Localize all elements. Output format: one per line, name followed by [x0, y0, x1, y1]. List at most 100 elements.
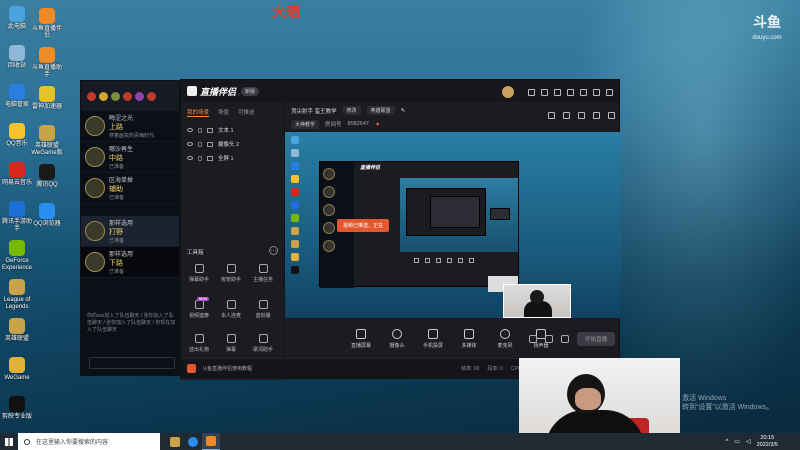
game-selector[interactable]: 英雄联盟: [366, 106, 395, 115]
desktop-icon[interactable]: 英雄联盟 WeGame版: [30, 125, 64, 157]
tool-video-link[interactable]: NEW 視頻連麥: [185, 297, 213, 319]
gift-icon[interactable]: [541, 88, 548, 96]
tool-gift[interactable]: 选出礼物: [185, 334, 213, 353]
network-icon[interactable]: ▭: [734, 438, 740, 445]
eye-icon[interactable]: [187, 156, 193, 160]
scene-sidebar: 我的场景 场景 可推送 文本 1 摄像头 2 全屏 1 工具箱 … 弹幕助手 房…: [181, 102, 285, 380]
stream-main: 顶尖射手 蛮王教学 修改 英雄联盟 ✎ 大神教学 房间号 8582647 ▲ 直…: [285, 102, 621, 380]
category-selector[interactable]: 大神教学: [291, 119, 320, 129]
menu-icon[interactable]: [567, 88, 574, 96]
room-title: 顶尖射手 蛮王教学: [291, 108, 337, 115]
tool-admin[interactable]: 房管助手: [217, 264, 245, 283]
edit-icon[interactable]: ✎: [401, 108, 406, 114]
tab-pushable[interactable]: 可推送: [238, 108, 255, 117]
desktop-icon[interactable]: 斗鱼直播伴侣: [30, 8, 64, 40]
taskbar-search[interactable]: 在这里输入你要搜索的内容: [18, 433, 160, 450]
volume-icon[interactable]: ◁: [746, 438, 751, 445]
user-avatar[interactable]: [502, 86, 514, 98]
stream-preview[interactable]: 直播伴侣 视频已推送，正在: [285, 132, 621, 318]
start-live-button[interactable]: 开始直播: [576, 332, 615, 346]
refresh-icon[interactable]: [544, 335, 553, 343]
source-controls: 直播屏幕 摄像头 手机投屏 多媒体 麦克风 扬声器 开始直播: [285, 318, 621, 360]
skin-icon[interactable]: [554, 88, 561, 96]
desktop-icon[interactable]: 网易云音乐: [0, 162, 34, 187]
player-status: 已准备: [109, 195, 125, 201]
clock[interactable]: 20:15 2022/3/5: [757, 435, 778, 449]
tool-self-link[interactable]: 本人连麦: [217, 300, 245, 319]
player-status: 穿着画妆的青晦时代: [109, 133, 155, 139]
version-badge[interactable]: 新版: [241, 86, 260, 96]
player-row[interactable]: 晦涩之光 上路 穿着画妆的青晦时代: [81, 111, 179, 142]
lyrics-icon: [258, 334, 268, 343]
add-tool-button[interactable]: …: [269, 246, 278, 255]
desktop-icon-label: 雷神加速器: [31, 104, 62, 110]
lock-icon[interactable]: [198, 127, 202, 133]
record-icon[interactable]: [528, 335, 537, 343]
team-chat-log: 你的sss加入了队伍聊天 / 张你加入了队伍聊天 / 张你加入了队伍聊天 / 你…: [87, 313, 176, 333]
desktop-icon[interactable]: 电脑管家: [0, 84, 34, 109]
settings-icon[interactable]: [578, 112, 585, 119]
desktop-icon[interactable]: 腾讯手游助手: [0, 201, 34, 233]
forward-icon[interactable]: [608, 112, 615, 119]
scene-item[interactable]: 摄像头 2: [181, 137, 284, 151]
player-row[interactable]: 哪沙再生 中路 已准备: [81, 142, 179, 173]
camera-source[interactable]: [503, 284, 571, 318]
lol-client-header: [81, 81, 179, 111]
danmu-icon: [194, 264, 204, 273]
desktop-icon[interactable]: 此电脑: [0, 6, 34, 31]
tab-my-scenes[interactable]: 我的场景: [187, 108, 210, 117]
player-row[interactable]: 那样选用 下路 已准备: [81, 247, 179, 278]
scene-label: 文本 1: [218, 128, 234, 134]
taskbar-stream-assistant[interactable]: [202, 433, 220, 450]
eye-icon[interactable]: [187, 142, 193, 146]
taskbar-lol[interactable]: [166, 433, 184, 450]
taskbar-browser[interactable]: [184, 433, 202, 450]
desktop-icon[interactable]: League of Legends: [0, 279, 34, 311]
tool-lyrics[interactable]: 歌词助手: [249, 334, 277, 353]
desktop-icon[interactable]: WeGame: [0, 357, 34, 382]
lock-icon[interactable]: [198, 141, 202, 147]
desktop-icon[interactable]: 斗鱼直播助手: [30, 47, 64, 79]
message-icon[interactable]: [528, 88, 535, 96]
start-button[interactable]: [0, 433, 18, 450]
phone-cast-button[interactable]: 手机投屏: [421, 329, 445, 349]
microphone-button[interactable]: 麦克风: [493, 329, 517, 349]
tool-danmu[interactable]: 弹幕助手: [185, 264, 213, 283]
desktop-icon[interactable]: 英雄联盟: [0, 318, 34, 343]
desktop-icon[interactable]: QQ浏览器: [30, 203, 64, 228]
desktop-icon[interactable]: 回收站: [0, 45, 34, 70]
tool-bullet[interactable]: 弹幕: [217, 334, 245, 353]
media-button[interactable]: 多媒体: [457, 329, 481, 349]
tool-virtual[interactable]: 虚拟播: [249, 300, 277, 319]
desktop-icon[interactable]: 腾讯QQ: [30, 164, 64, 189]
bell-icon[interactable]: [593, 112, 600, 119]
player-row[interactable]: 那样选用 打野 已准备: [81, 216, 179, 247]
activate-windows-notice: 激活 Windows 转到“设置”以激活 Windows。: [682, 395, 774, 411]
eye-icon[interactable]: [187, 128, 193, 132]
chat-input[interactable]: [89, 357, 175, 369]
lock-icon[interactable]: [198, 155, 202, 161]
tool-tasks[interactable]: 主播任务: [249, 264, 277, 283]
tutorial-link[interactable]: 斗鱼直播伴侣使用教程: [202, 365, 252, 372]
chevron-up-icon[interactable]: ^: [725, 439, 728, 445]
gear-icon[interactable]: [560, 335, 569, 343]
edit-title-button[interactable]: 修改: [342, 106, 361, 115]
tab-scenes[interactable]: 场景: [218, 108, 229, 117]
desktop-icon[interactable]: GeForce Experience: [0, 240, 34, 272]
scene-item[interactable]: 文本 1: [181, 123, 284, 137]
desktop-icon[interactable]: 雷神加速器: [30, 86, 64, 111]
app-icon: [39, 203, 55, 219]
badge-icon: [147, 91, 156, 101]
player-row[interactable]: 区海单掉 辅助 已准备: [81, 173, 179, 204]
share-icon[interactable]: [548, 112, 555, 119]
maximize-icon[interactable]: [593, 88, 600, 96]
scene-item[interactable]: 全屏 1: [181, 151, 284, 165]
player-name: 区海单掉: [109, 178, 134, 184]
minimize-icon[interactable]: [580, 88, 587, 96]
desktop-icon[interactable]: 剪映专业版: [0, 396, 34, 421]
close-icon[interactable]: [606, 88, 613, 96]
camera-button[interactable]: 摄像头: [385, 329, 409, 349]
screen-capture-button[interactable]: 直播屏幕: [349, 329, 373, 349]
lock-room-icon[interactable]: [563, 112, 570, 119]
desktop-icon[interactable]: QQ音乐: [0, 123, 34, 148]
